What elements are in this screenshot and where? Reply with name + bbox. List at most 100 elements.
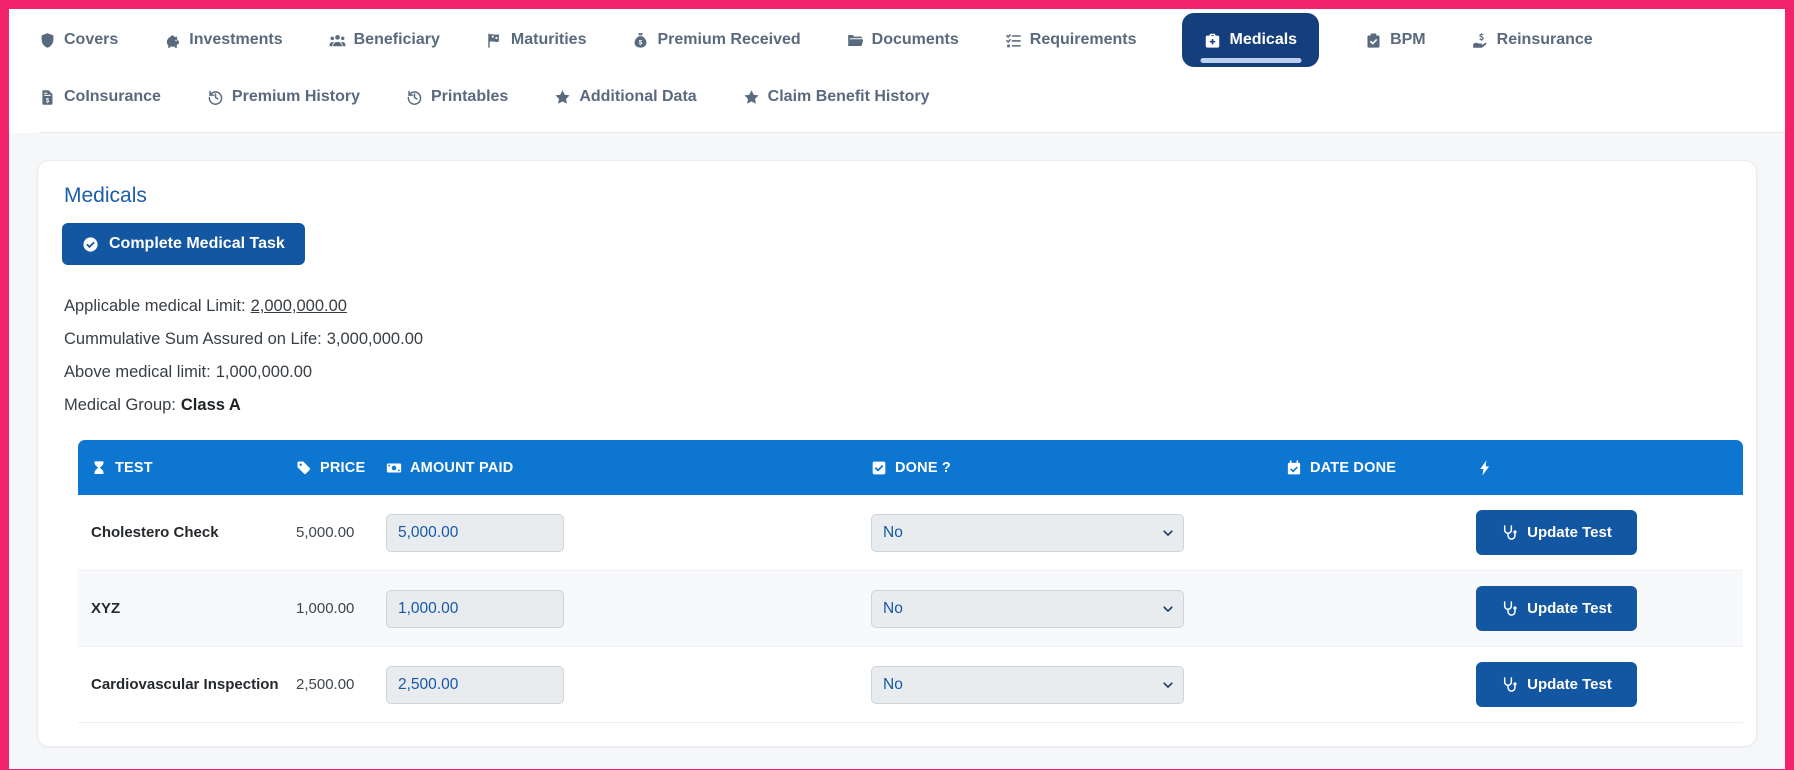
table-row: Cholestero Check 5,000.00 No	[78, 495, 1743, 571]
file-invoice-dollar-icon: $	[42, 89, 53, 105]
tag-icon	[297, 461, 311, 474]
tab-label: Medicals	[1229, 31, 1298, 48]
tab-bar: Covers Investments Beneficiary Maturitie…	[9, 9, 1785, 133]
table-header-row: TEST PRICE AMOUNT PAID DONE ? DATE DONE	[78, 440, 1743, 495]
tab-label: BPM	[1390, 31, 1426, 48]
update-test-label: Update Test	[1527, 676, 1612, 693]
tab-beneficiary[interactable]: Beneficiary	[329, 31, 440, 49]
tab-documents[interactable]: Documents	[847, 31, 959, 49]
table-row: Cardiovascular Inspection 2,500.00 No	[78, 647, 1743, 723]
test-name: Cardiovascular Inspection	[78, 647, 283, 723]
amount-paid-input[interactable]	[386, 665, 564, 704]
update-test-button[interactable]: Update Test	[1476, 662, 1637, 707]
tab-label: Premium Received	[657, 31, 801, 48]
test-price: 1,000.00	[283, 571, 373, 647]
medical-tests-table-wrapper: TEST PRICE AMOUNT PAID DONE ? DATE DONE …	[78, 440, 1743, 723]
cumulative-sum-assured: Cummulative Sum Assured on Life: 3,000,00…	[64, 330, 424, 348]
money-bill-icon	[386, 462, 402, 473]
piggy-bank-icon	[167, 34, 180, 48]
complete-medical-task-button[interactable]: Complete Medical Task	[62, 223, 305, 265]
history-icon	[208, 90, 223, 105]
tab-label: Documents	[871, 31, 959, 48]
medical-info-block: Applicable medical Limit: 2,000,000.00 Cu…	[64, 290, 1732, 422]
col-header-date-done: DATE DONE	[1273, 440, 1463, 495]
done-select[interactable]: No	[871, 665, 1184, 704]
tab-label: Maturities	[510, 31, 587, 48]
tab-label: Additional Data	[579, 88, 697, 105]
tab-label: Investments	[189, 31, 283, 48]
tab-claim-benefit-history[interactable]: Claim Benefit History	[743, 88, 930, 106]
stethoscope-icon	[1504, 677, 1517, 692]
medicals-panel: Medicals Complete Medical Task Applicabl…	[37, 160, 1757, 747]
tab-maturities[interactable]: Maturities	[486, 31, 587, 49]
done-select[interactable]: No	[871, 589, 1184, 628]
tab-covers[interactable]: Covers	[39, 31, 118, 49]
svg-text:$: $	[639, 39, 643, 46]
tab-label: Reinsurance	[1496, 31, 1593, 48]
star-icon	[744, 89, 759, 104]
page-title: Medicals	[64, 184, 147, 207]
users-icon	[329, 34, 346, 46]
tab-premium-history[interactable]: Premium History	[207, 88, 360, 106]
history-icon	[407, 90, 422, 105]
col-header-amount-paid: AMOUNT PAID	[373, 440, 858, 495]
tab-label: Beneficiary	[353, 31, 440, 48]
done-select-wrapper: No	[871, 513, 1184, 552]
update-test-label: Update Test	[1527, 524, 1612, 541]
col-header-done: DONE ?	[858, 440, 1273, 495]
tab-premium-received[interactable]: $ Premium Received	[632, 31, 801, 49]
medical-briefcase-icon	[1206, 33, 1220, 48]
date-done-cell	[1273, 495, 1463, 571]
done-select-wrapper: No	[871, 589, 1184, 628]
test-name: XYZ	[78, 571, 283, 647]
above-medical-limit: Above medical limit: 1,000,000.00	[64, 363, 313, 381]
medical-tests-table: TEST PRICE AMOUNT PAID DONE ? DATE DONE …	[78, 440, 1743, 723]
check-square-icon	[872, 461, 886, 474]
col-header-actions	[1463, 440, 1743, 495]
tab-medicals-active[interactable]: Medicals	[1182, 13, 1320, 67]
bolt-icon	[1480, 459, 1490, 475]
complete-button-label: Complete Medical Task	[109, 235, 285, 252]
update-test-button[interactable]: Update Test	[1476, 586, 1637, 631]
folder-open-icon	[847, 34, 863, 46]
col-header-test: TEST	[78, 440, 283, 495]
tab-additional-data[interactable]: Additional Data	[554, 88, 697, 106]
calendar-check-icon	[1287, 459, 1301, 474]
done-select-wrapper: No	[871, 665, 1184, 704]
tasks-icon	[1005, 33, 1021, 47]
tab-investments[interactable]: Investments	[164, 31, 283, 49]
test-name: Cholestero Check	[78, 495, 283, 571]
check-circle-icon	[83, 236, 98, 252]
tab-requirements[interactable]: Requirements	[1005, 31, 1137, 49]
amount-paid-input[interactable]	[386, 589, 564, 628]
main-area: Medicals Complete Medical Task Applicabl…	[9, 133, 1785, 769]
test-price: 2,500.00	[283, 647, 373, 723]
date-done-cell	[1273, 571, 1463, 647]
applicable-medical-limit: Applicable medical Limit: 2,000,000.00	[64, 297, 347, 315]
tab-label: Claim Benefit History	[767, 88, 930, 105]
tab-coinsurance[interactable]: $ CoInsurance	[39, 88, 161, 106]
tab-row-2: $ CoInsurance Premium History Printables…	[39, 71, 1785, 123]
tab-printables[interactable]: Printables	[406, 88, 508, 106]
medical-group: Medical Group: Class A	[64, 396, 241, 414]
tab-label: Covers	[64, 31, 119, 48]
tab-row-1: Covers Investments Beneficiary Maturitie…	[39, 9, 1785, 71]
tab-label: CoInsurance	[64, 88, 161, 105]
update-test-button[interactable]: Update Test	[1476, 510, 1637, 555]
tab-label: Printables	[430, 88, 509, 105]
clipboard-check-icon	[1367, 33, 1380, 48]
update-test-label: Update Test	[1527, 600, 1612, 617]
amount-paid-input[interactable]	[386, 513, 564, 552]
money-bag-icon: $	[635, 32, 647, 48]
table-row: XYZ 1,000.00 No	[78, 571, 1743, 647]
flag-checkered-icon	[488, 33, 499, 48]
tab-label: Requirements	[1029, 31, 1137, 48]
star-icon	[555, 89, 570, 104]
tab-reinsurance[interactable]: Reinsurance	[1472, 31, 1593, 49]
tab-bpm[interactable]: BPM	[1365, 31, 1426, 49]
hand-holding-dollar-icon	[1472, 32, 1487, 48]
active-tab-underline	[1200, 58, 1302, 63]
hourglass-icon	[94, 460, 104, 474]
done-select[interactable]: No	[871, 513, 1184, 552]
stethoscope-icon	[1504, 525, 1517, 540]
